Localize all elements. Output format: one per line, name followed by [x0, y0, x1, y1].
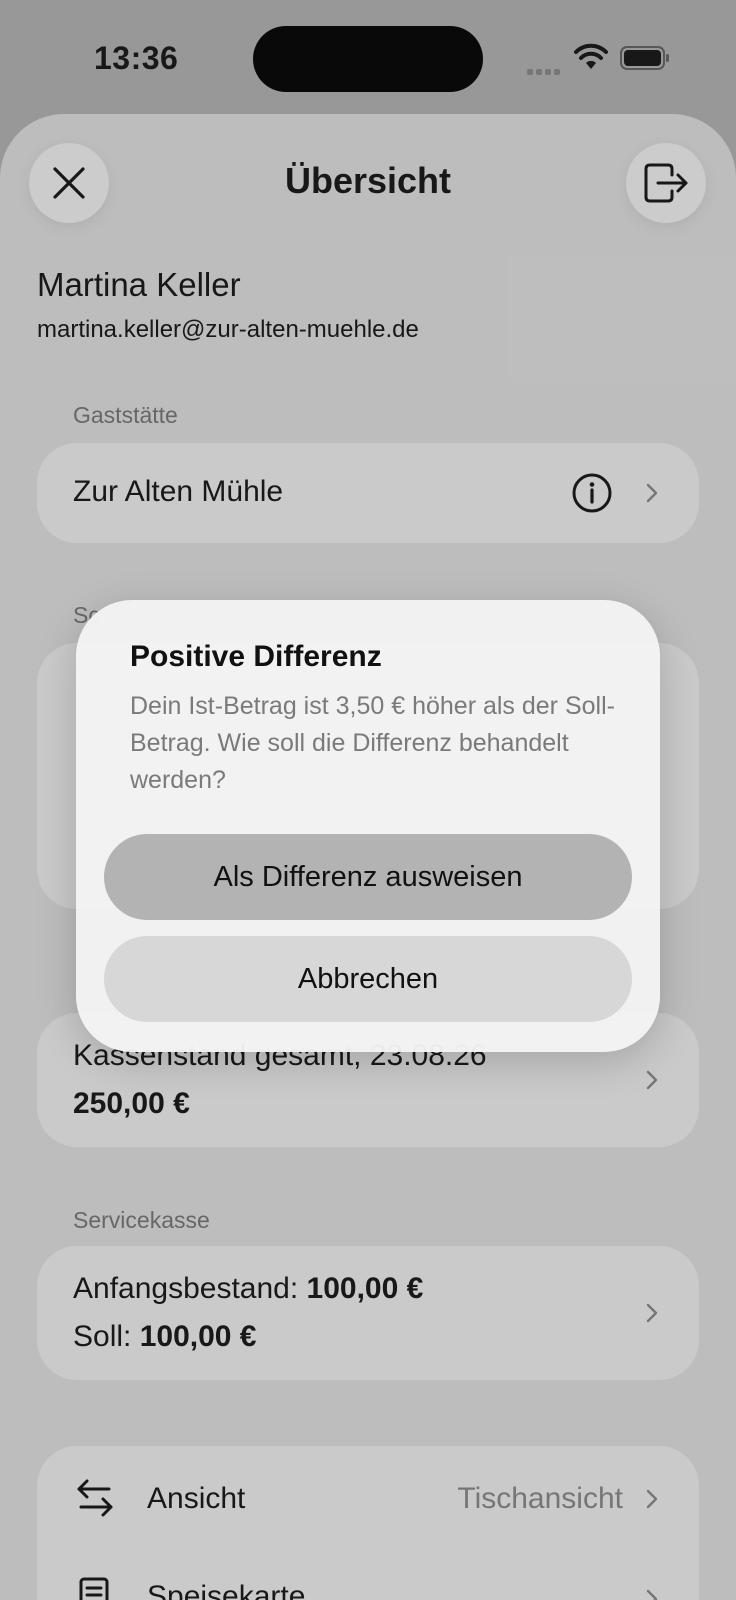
cancel-button[interactable]: Abbrechen [104, 936, 632, 1022]
dialog-title: Positive Differenz [130, 640, 382, 673]
dialog-message: Dein Ist-Betrag ist 3,50 € höher als der… [130, 692, 615, 794]
show-as-difference-button[interactable]: Als Differenz ausweisen [104, 834, 632, 920]
positive-difference-dialog: Positive Differenz Dein Ist-Betrag ist 3… [76, 600, 660, 1052]
